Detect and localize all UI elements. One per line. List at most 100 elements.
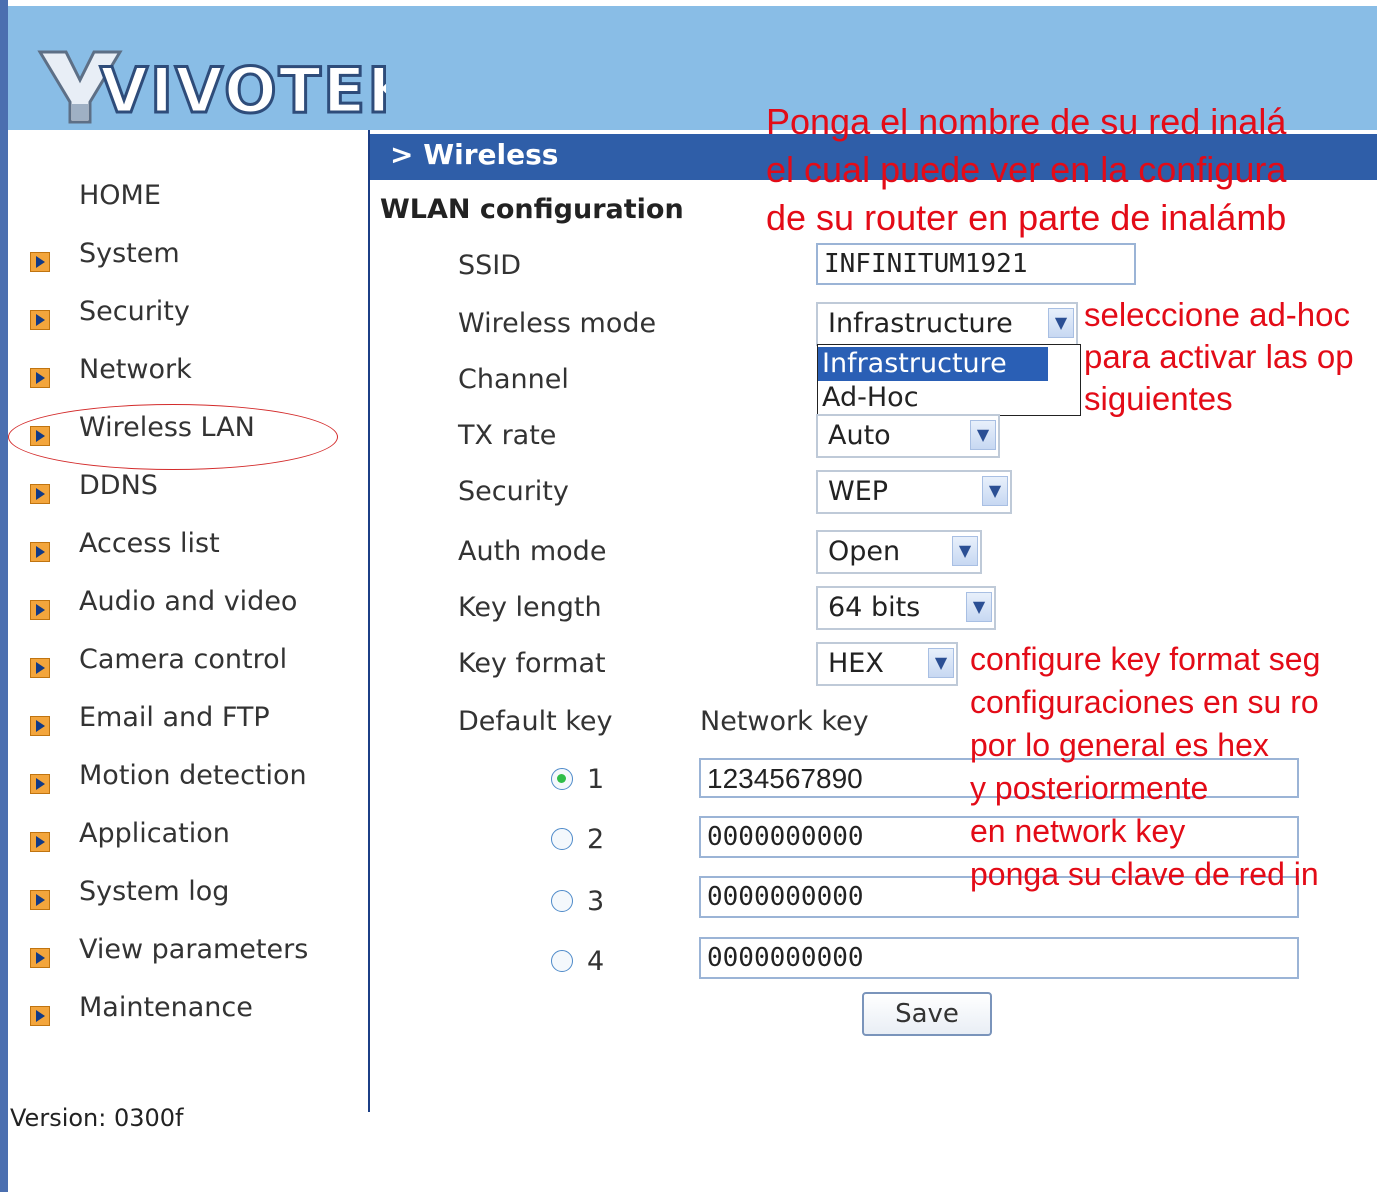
tx-rate-select[interactable]: Auto ▼ (816, 414, 1000, 458)
default-key-radio-2[interactable] (551, 828, 573, 850)
sidebar-item-label: View parameters (79, 934, 309, 965)
ssid-label: SSID (458, 250, 522, 281)
key-length-select[interactable]: 64 bits ▼ (816, 586, 996, 630)
default-key-radio-4[interactable] (551, 950, 573, 972)
tx-rate-label: TX rate (458, 420, 557, 451)
arrow-right-icon (30, 890, 50, 910)
sidebar-item-label: Access list (79, 528, 220, 559)
wireless-mode-label: Wireless mode (458, 308, 657, 339)
annotation-top-line-2: el cual puede ver en la configura (766, 149, 1287, 190)
arrow-right-icon (30, 542, 50, 562)
chevron-down-icon[interactable]: ▼ (928, 648, 954, 678)
annotation-top-line-3: de su router en parte de inalámb (766, 197, 1287, 238)
auth-mode-select[interactable]: Open ▼ (816, 530, 982, 574)
sidebar-divider (368, 130, 370, 1112)
sidebar-item-motion-detection[interactable]: Motion detection (22, 760, 352, 800)
network-key-input-4[interactable]: 0000000000 (699, 937, 1299, 979)
annotation-key-line-2: configuraciones en su ro (970, 684, 1319, 720)
ssid-input[interactable]: INFINITUM1921 (816, 243, 1136, 285)
sidebar-item-label: Email and FTP (79, 702, 270, 733)
logo-text: VIVOTEK (100, 54, 386, 126)
sidebar-item-system[interactable]: System (22, 238, 352, 278)
page-title: > Wireless (390, 138, 559, 171)
annotation-key-line-3: por lo general es hex (970, 727, 1269, 763)
sidebar-item-audio-and-video[interactable]: Audio and video (22, 586, 352, 626)
sidebar-item-label: DDNS (79, 470, 158, 501)
sidebar-item-label: Security (79, 296, 190, 327)
annotation-key-line-5: en network key (970, 813, 1186, 849)
default-key-label: Default key (458, 706, 613, 737)
annotation-key-line-1: configure key format seg (970, 641, 1321, 677)
key-length-label: Key length (458, 592, 602, 623)
sidebar-item-application[interactable]: Application (22, 818, 352, 858)
sidebar-item-network[interactable]: Network (22, 354, 352, 394)
sidebar-item-label: Application (79, 818, 230, 849)
sidebar-item-email-and-ftp[interactable]: Email and FTP (22, 702, 352, 742)
annotation-key-line-6: ponga su clave de red in (970, 856, 1319, 892)
dropdown-option-ad-hoc[interactable]: Ad-Hoc (818, 381, 1082, 415)
key-number-2: 2 (587, 824, 605, 855)
security-label: Security (458, 476, 569, 507)
wireless-mode-select[interactable]: Infrastructure ▼ (816, 302, 1078, 346)
key-format-select[interactable]: HEX ▼ (816, 642, 958, 686)
sidebar-item-security[interactable]: Security (22, 296, 352, 336)
annotation-key-line-4: y posteriormente (970, 770, 1209, 806)
annotation-mode-line-3: siguientes (1084, 380, 1233, 417)
sidebar-item-label: Maintenance (79, 992, 253, 1023)
key-format-label: Key format (458, 648, 606, 679)
arrow-right-icon (30, 774, 50, 794)
default-key-radio-3[interactable] (551, 890, 573, 912)
chevron-down-icon[interactable]: ▼ (966, 592, 992, 622)
sidebar-item-label: System (79, 238, 180, 269)
channel-label: Channel (458, 364, 569, 395)
sidebar-item-camera-control[interactable]: Camera control (22, 644, 352, 684)
wireless-mode-dropdown[interactable]: Infrastructure Ad-Hoc (817, 344, 1081, 416)
arrow-right-icon (30, 484, 50, 504)
sidebar-item-ddns[interactable]: DDNS (22, 470, 352, 510)
chevron-down-icon[interactable]: ▼ (1048, 308, 1074, 338)
arrow-right-icon (30, 252, 50, 272)
sidebar-item-view-parameters[interactable]: View parameters (22, 934, 352, 974)
chevron-down-icon[interactable]: ▼ (970, 420, 996, 450)
arrow-right-icon (30, 600, 50, 620)
auth-mode-value: Open (828, 536, 901, 567)
arrow-right-icon (30, 1006, 50, 1026)
security-select[interactable]: WEP ▼ (816, 470, 1012, 514)
dropdown-option-infrastructure[interactable]: Infrastructure (818, 347, 1048, 381)
sidebar-item-label: Camera control (79, 644, 288, 675)
key-number-4: 4 (587, 946, 605, 977)
version-text: Version: 0300f (10, 1104, 184, 1132)
annotation-mode-line-2: para activar las op (1084, 338, 1354, 375)
sidebar-item-label: System log (79, 876, 230, 907)
chevron-down-icon[interactable]: ▼ (982, 476, 1008, 506)
sidebar-item-maintenance[interactable]: Maintenance (22, 992, 352, 1032)
annotation-mode-line-1: seleccione ad-hoc (1084, 296, 1350, 333)
highlight-ellipse (8, 404, 338, 470)
chevron-down-icon[interactable]: ▼ (952, 536, 978, 566)
sidebar-item-access-list[interactable]: Access list (22, 528, 352, 568)
tx-rate-value: Auto (828, 420, 891, 451)
default-key-radio-1[interactable] (551, 768, 573, 790)
sidebar-item-system-log[interactable]: System log (22, 876, 352, 916)
sidebar-item-home[interactable]: HOME (79, 180, 161, 211)
arrow-right-icon (30, 832, 50, 852)
key-number-1: 1 (587, 764, 605, 795)
network-key-label: Network key (700, 706, 869, 737)
annotation-top-line-1: Ponga el nombre de su red inalá (766, 101, 1287, 142)
wireless-mode-value: Infrastructure (828, 308, 1013, 339)
section-heading: WLAN configuration (380, 194, 684, 225)
sidebar-item-label: Audio and video (79, 586, 298, 617)
left-window-edge (0, 0, 8, 1192)
arrow-right-icon (30, 716, 50, 736)
auth-mode-label: Auth mode (458, 536, 607, 567)
key-number-3: 3 (587, 886, 605, 917)
key-length-value: 64 bits (828, 592, 921, 623)
radio-selected-dot (557, 774, 566, 783)
sidebar-item-label: Network (79, 354, 192, 385)
arrow-right-icon (30, 368, 50, 388)
save-button[interactable]: Save (862, 992, 992, 1036)
arrow-right-icon (30, 948, 50, 968)
sidebar-item-label: Motion detection (79, 760, 307, 791)
arrow-right-icon (30, 310, 50, 330)
vivotek-logo: VIVOTEK (37, 50, 386, 126)
